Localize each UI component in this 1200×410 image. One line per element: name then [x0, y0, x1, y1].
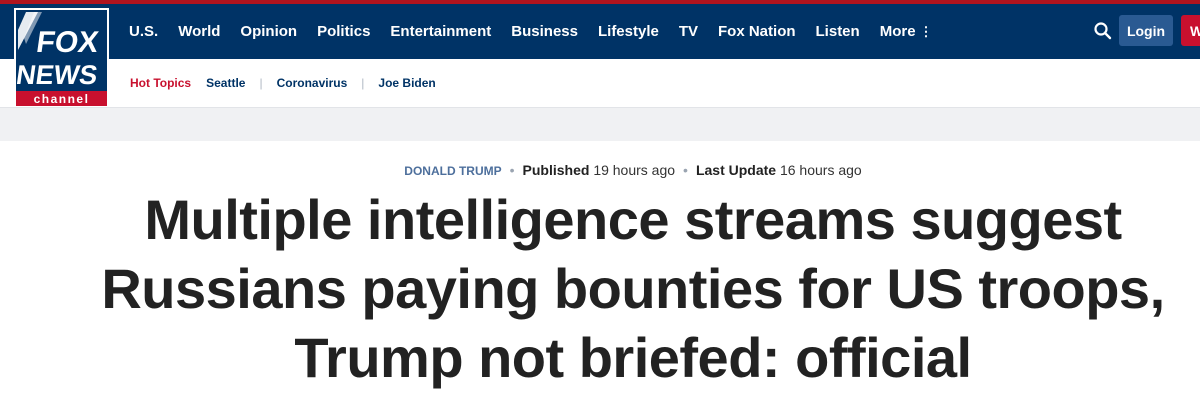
nav-item-listen[interactable]: Listen [816, 23, 860, 40]
search-icon[interactable] [1093, 21, 1113, 41]
logo-fox-text: FOX [34, 26, 100, 59]
last-update-time: 16 hours ago [779, 162, 862, 178]
ad-placeholder-band [0, 107, 1200, 141]
last-update-label: Last Update [695, 162, 777, 178]
logo-channel-text: channel [34, 92, 90, 106]
nav-item-world[interactable]: World [178, 23, 220, 40]
logo-news-text: NEWS [16, 59, 100, 90]
meta-separator: • [683, 162, 688, 178]
meta-separator: • [509, 162, 515, 178]
login-button[interactable]: Login [1119, 15, 1173, 46]
published-time: 19 hours ago [593, 162, 676, 178]
nav-item-business[interactable]: Business [511, 23, 578, 40]
nav-item-us[interactable]: U.S. [129, 23, 158, 40]
hot-topics-label: Hot Topics [130, 76, 192, 90]
more-label: More [879, 23, 916, 40]
article-category-link[interactable]: DONALD TRUMP [404, 164, 501, 178]
site-header: U.S. World Opinion Politics Entertainmen… [0, 4, 1200, 108]
nav-item-politics[interactable]: Politics [317, 23, 370, 40]
topic-link-coronavirus[interactable]: Coronavirus [277, 76, 348, 90]
nav-item-fox-nation[interactable]: Fox Nation [718, 23, 796, 40]
fox-news-logo[interactable]: FOX NEWS channel [14, 8, 109, 108]
main-navigation-bar: U.S. World Opinion Politics Entertainmen… [0, 4, 1200, 59]
nav-menu: U.S. World Opinion Politics Entertainmen… [129, 4, 953, 59]
topic-divider: | [361, 76, 365, 90]
topic-divider: | [259, 76, 263, 90]
nav-item-entertainment[interactable]: Entertainment [390, 23, 491, 40]
nav-item-tv[interactable]: TV [679, 23, 698, 40]
hot-topics-bar: Hot Topics Seattle | Coronavirus | Joe B… [130, 59, 436, 107]
topic-link-joe-biden[interactable]: Joe Biden [378, 76, 435, 90]
nav-item-opinion[interactable]: Opinion [240, 23, 297, 40]
article-headline: Multiple intelligence streams suggest Ru… [101, 188, 1165, 389]
topic-link-seattle[interactable]: Seattle [206, 76, 245, 90]
nav-item-lifestyle[interactable]: Lifestyle [598, 23, 659, 40]
article-meta: DONALD TRUMP • Published 19 hours ago • Last… [0, 162, 1200, 178]
more-dots-icon: ⋮ [919, 24, 933, 39]
published-label: Published [522, 162, 590, 178]
nav-item-more[interactable]: More ⋮ [880, 23, 933, 40]
watch-button[interactable]: W [1181, 15, 1200, 46]
